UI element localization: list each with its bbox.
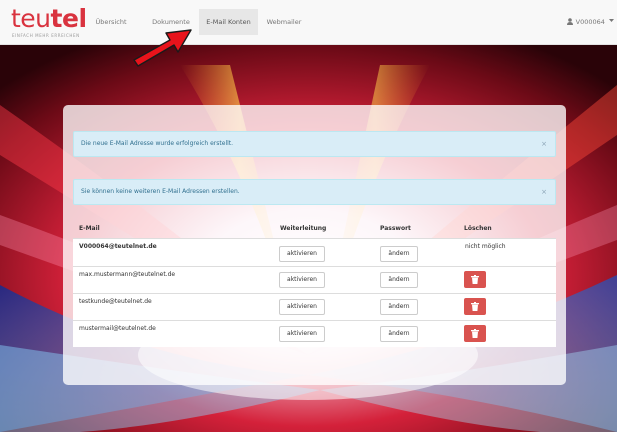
alert-limit-reached: Sie können keine weiteren E-Mail Adresse… <box>73 179 556 205</box>
change-password-button[interactable]: ändern <box>380 326 418 342</box>
nav-item-email-konten[interactable]: E-Mail Konten <box>199 9 258 35</box>
column-header-email: E-Mail <box>79 225 100 232</box>
table-row: mustermail@teutelnet.de aktivieren änder… <box>73 320 556 347</box>
close-icon[interactable]: × <box>541 132 547 156</box>
alert-text: Sie können keine weiteren E-Mail Adresse… <box>81 188 240 195</box>
change-password-button[interactable]: ändern <box>380 299 418 315</box>
email-address: max.mustermann@teutelnet.de <box>79 271 176 278</box>
column-header-delete: Löschen <box>464 225 492 232</box>
caret-down-icon <box>609 19 614 22</box>
delete-button[interactable] <box>464 325 486 342</box>
user-name: V000064 <box>575 18 605 26</box>
email-address: mustermail@teutelnet.de <box>79 325 156 332</box>
email-accounts-table: E-Mail Weiterleitung Passwort Löschen V0… <box>73 223 556 347</box>
email-address: testkunde@teutelnet.de <box>79 298 152 305</box>
trash-icon <box>471 302 479 311</box>
delete-button[interactable] <box>464 298 486 315</box>
trash-icon <box>471 329 479 338</box>
teutel-logo[interactable]: teutel EINFACH MEHR ERREICHEN <box>11 4 91 40</box>
user-menu[interactable]: V000064 <box>566 9 614 35</box>
table-row: V000064@teutelnet.de aktivieren ändern n… <box>73 238 556 266</box>
user-icon <box>566 18 573 25</box>
change-password-button[interactable]: ändern <box>380 246 418 262</box>
table-row: testkunde@teutelnet.de aktivieren ändern <box>73 293 556 320</box>
forward-activate-button[interactable]: aktivieren <box>279 272 325 288</box>
column-header-password: Passwort <box>380 225 411 232</box>
delete-not-possible: nicht möglich <box>465 243 506 250</box>
logo-tagline: EINFACH MEHR ERREICHEN <box>12 33 80 38</box>
delete-button[interactable] <box>464 271 486 288</box>
trash-icon <box>471 275 479 284</box>
table-row: max.mustermann@teutelnet.de aktivieren ä… <box>73 266 556 293</box>
email-address: V000064@teutelnet.de <box>79 243 157 250</box>
forward-activate-button[interactable]: aktivieren <box>279 326 325 342</box>
close-icon[interactable]: × <box>541 180 547 204</box>
logo-wordmark: teutel <box>11 4 87 33</box>
forward-activate-button[interactable]: aktivieren <box>279 246 325 262</box>
top-navbar: teutel EINFACH MEHR ERREICHEN Übersicht … <box>0 0 617 45</box>
change-password-button[interactable]: ändern <box>380 272 418 288</box>
alert-success-created: Die neue E-Mail Adresse wurde erfolgreic… <box>73 131 556 157</box>
table-header: E-Mail Weiterleitung Passwort Löschen <box>73 223 556 238</box>
nav-item-webmailer[interactable]: Webmailer <box>265 9 303 35</box>
alert-text: Die neue E-Mail Adresse wurde erfolgreic… <box>81 140 234 147</box>
nav-item-uebersicht[interactable]: Übersicht <box>91 9 131 35</box>
forward-activate-button[interactable]: aktivieren <box>279 299 325 315</box>
annotation-arrow <box>133 29 192 67</box>
email-accounts-panel: Die neue E-Mail Adresse wurde erfolgreic… <box>63 105 566 385</box>
column-header-forward: Weiterleitung <box>280 225 327 232</box>
